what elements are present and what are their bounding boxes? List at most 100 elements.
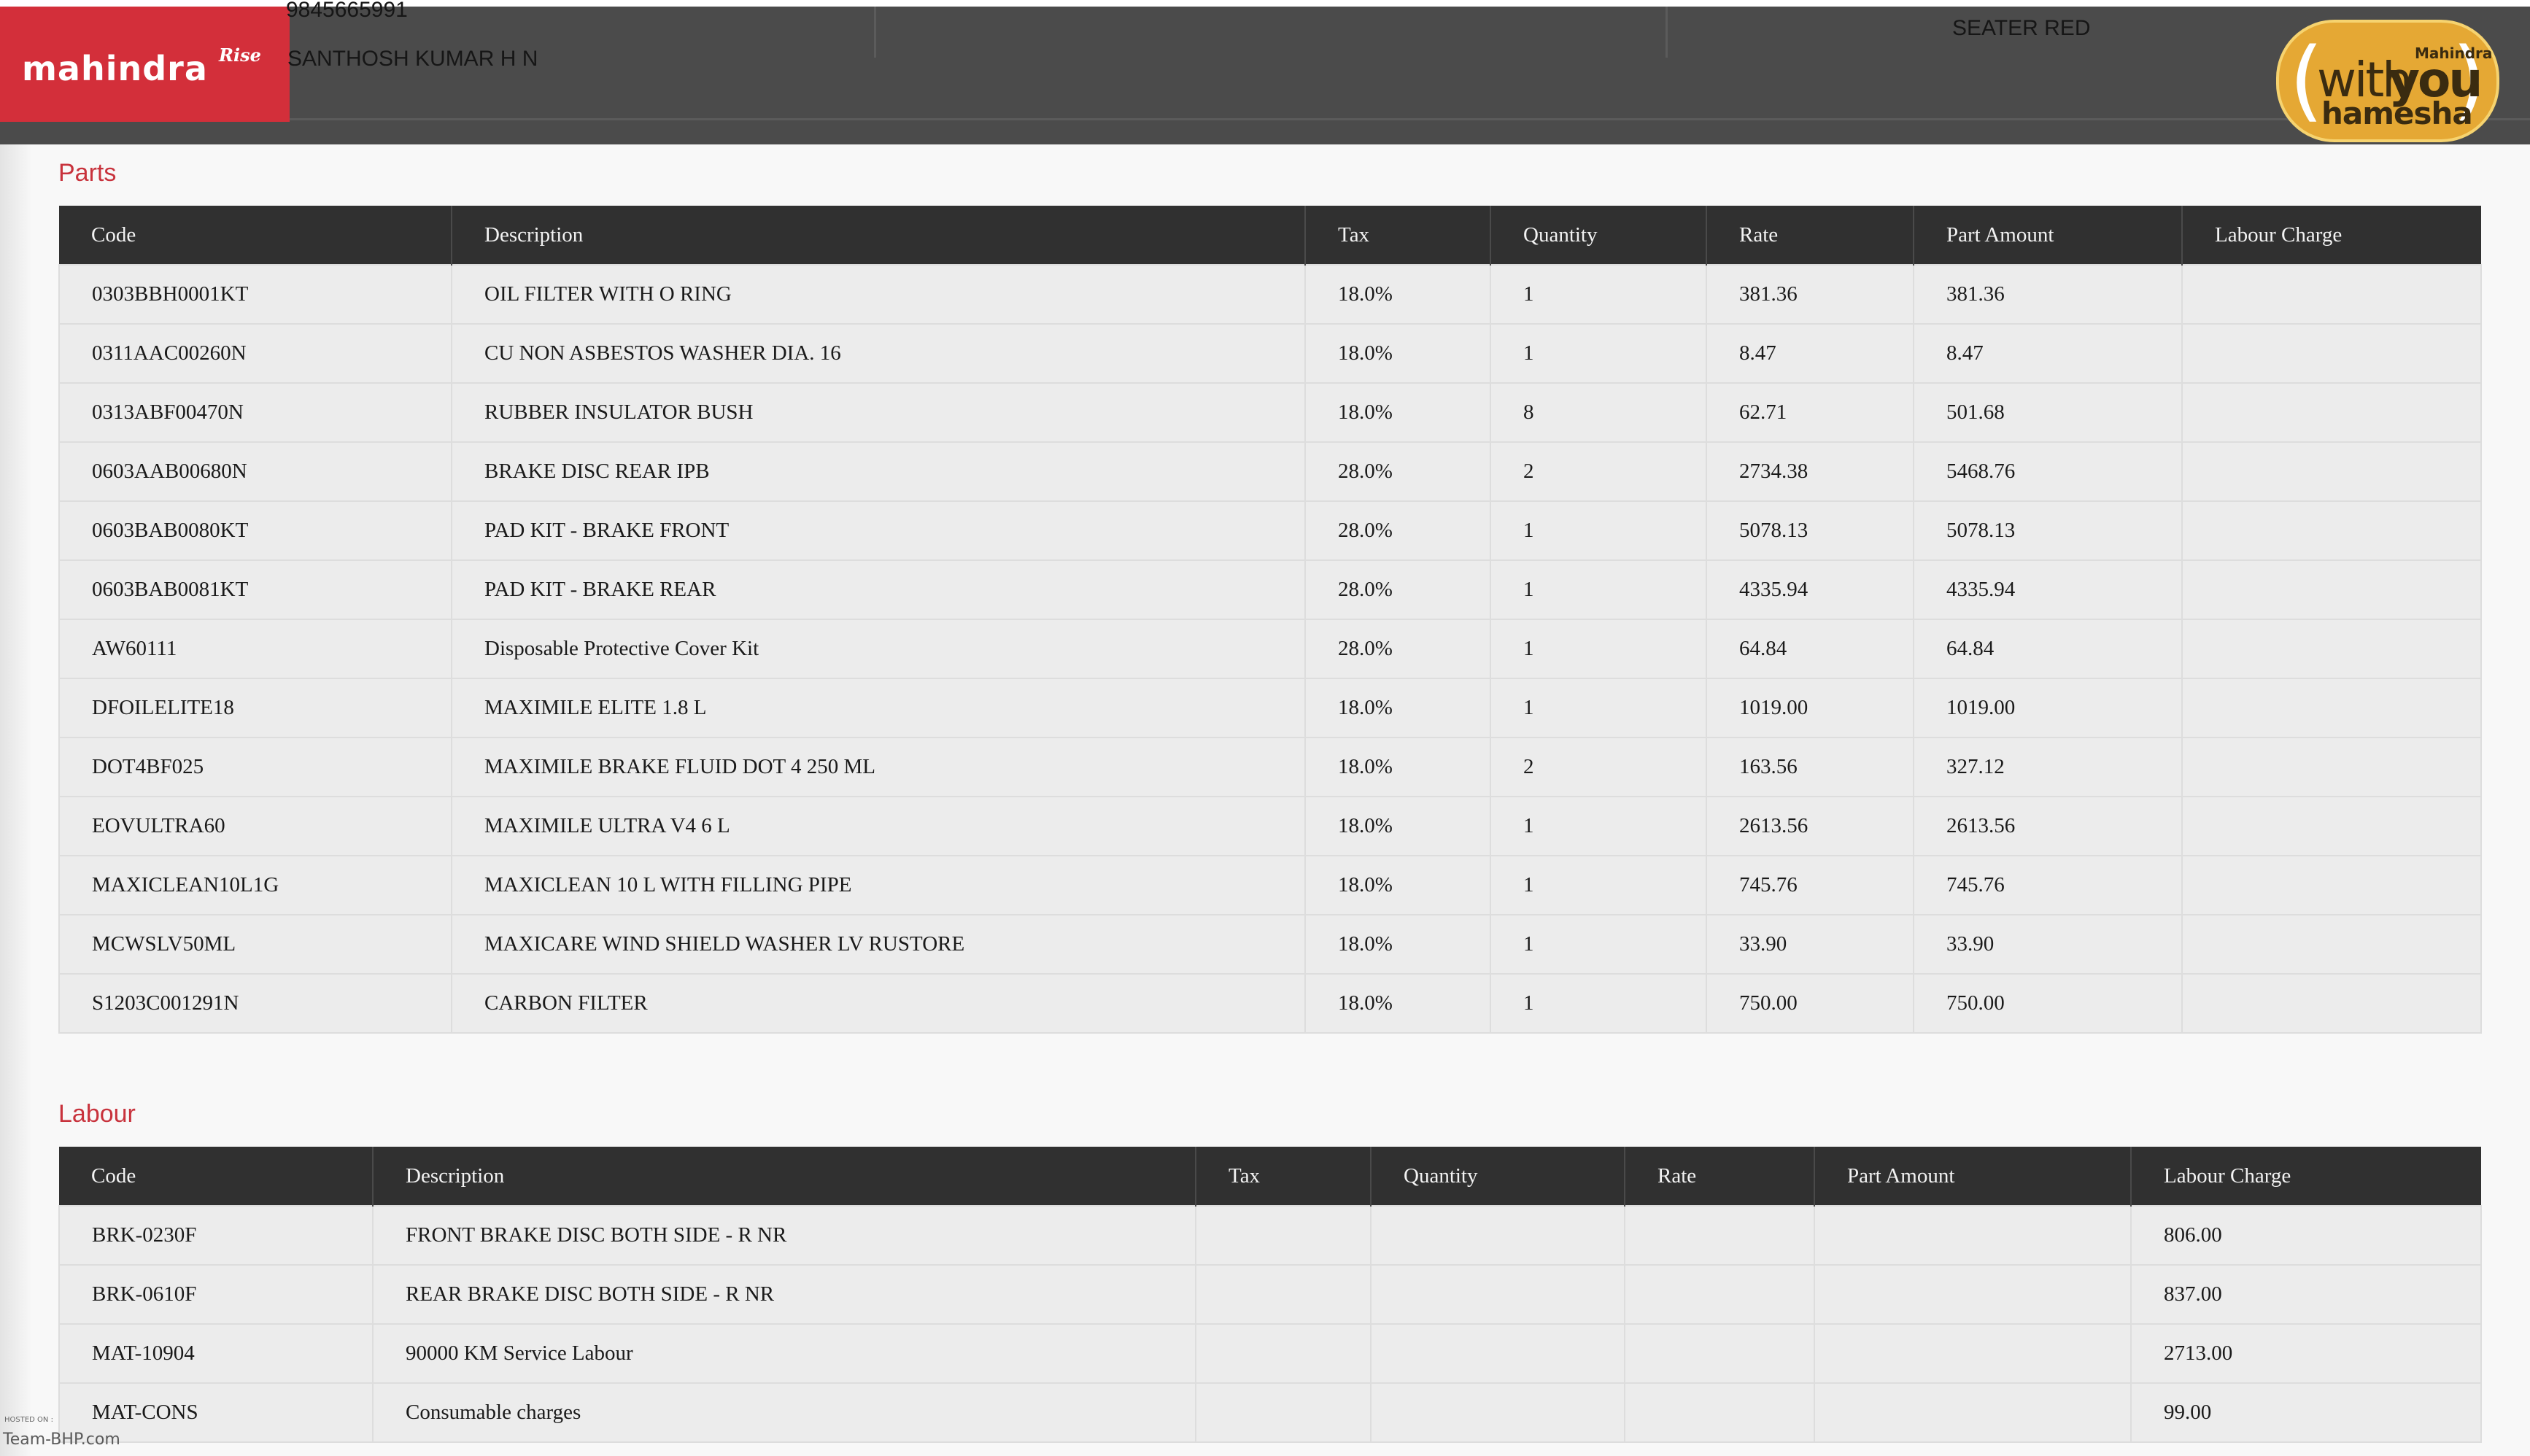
- parts-section-title: Parts: [58, 159, 117, 187]
- cell-code: 0603BAB0081KT: [58, 559, 452, 620]
- cell-quantity: [1370, 1382, 1625, 1443]
- cell-quantity: 2: [1490, 737, 1707, 797]
- cell-tax: 18.0%: [1304, 796, 1491, 856]
- cell-labour-charge: [2181, 678, 2482, 738]
- table-row[interactable]: MCWSLV50ML MAXICARE WIND SHIELD WASHER LV…: [58, 914, 2482, 975]
- header-divider: [1666, 7, 1668, 58]
- cell-tax: [1195, 1382, 1372, 1443]
- column-header-description[interactable]: Description: [372, 1147, 1196, 1206]
- cell-quantity: 1: [1490, 559, 1707, 620]
- team-bhp-watermark: HOSTED ON : Team-BHP.com: [3, 1416, 142, 1454]
- cell-rate: 4335.94: [1706, 559, 1914, 620]
- logo-wordmark: mahindra: [22, 49, 208, 88]
- cell-description: CARBON FILTER: [451, 973, 1306, 1034]
- cell-code: DFOILELITE18: [58, 678, 452, 738]
- table-row[interactable]: 0603BAB0080KT PAD KIT - BRAKE FRONT 28.0% 1…: [58, 500, 2482, 561]
- column-header-tax[interactable]: Tax: [1195, 1147, 1371, 1206]
- cell-labour-charge: [2181, 914, 2482, 975]
- cell-part-amount: 8.47: [1913, 323, 2183, 384]
- cell-rate: 8.47: [1706, 323, 1914, 384]
- column-header-code[interactable]: Code: [59, 1147, 373, 1206]
- table-row[interactable]: 0311AAC00260N CU NON ASBESTOS WASHER DIA.…: [58, 323, 2482, 384]
- header-divider: [874, 7, 876, 58]
- cell-tax: 18.0%: [1304, 855, 1491, 915]
- cell-tax: [1195, 1264, 1372, 1325]
- cell-description: MAXICLEAN 10 L WITH FILLING PIPE: [451, 855, 1306, 915]
- cell-rate: 5078.13: [1706, 500, 1914, 561]
- cell-labour-charge: [2181, 619, 2482, 679]
- cell-rate: 381.36: [1706, 264, 1914, 325]
- cell-labour-charge: [2181, 500, 2482, 561]
- cell-quantity: [1370, 1205, 1625, 1266]
- cell-labour-charge: [2181, 382, 2482, 443]
- column-header-rate[interactable]: Rate: [1624, 1147, 1814, 1206]
- table-row[interactable]: 0313ABF00470N RUBBER INSULATOR BUSH 18.0% 8…: [58, 382, 2482, 443]
- cell-description: FRONT BRAKE DISC BOTH SIDE - R NR: [372, 1205, 1196, 1266]
- cell-rate: [1624, 1205, 1815, 1266]
- watermark-hosted-on: HOSTED ON :: [4, 1416, 53, 1424]
- table-row[interactable]: BRK-0230F FRONT BRAKE DISC BOTH SIDE - R …: [58, 1205, 2482, 1266]
- table-row[interactable]: DOT4BF025 MAXIMILE BRAKE FLUID DOT 4 250 …: [58, 737, 2482, 797]
- cell-part-amount: 1019.00: [1913, 678, 2183, 738]
- cell-part-amount: [1814, 1205, 2132, 1266]
- cell-rate: [1624, 1264, 1815, 1325]
- cell-labour-charge: [2181, 855, 2482, 915]
- cell-tax: 28.0%: [1304, 619, 1491, 679]
- cell-labour-charge: [2181, 796, 2482, 856]
- cell-tax: 18.0%: [1304, 737, 1491, 797]
- job-card-header: mahindra Rise 9845665991 SANTHOSH KUMAR …: [0, 0, 2530, 144]
- cell-tax: 28.0%: [1304, 559, 1491, 620]
- cell-tax: [1195, 1205, 1372, 1266]
- table-row[interactable]: AW60111 Disposable Protective Cover Kit 28…: [58, 619, 2482, 679]
- table-row[interactable]: S1203C001291N CARBON FILTER 18.0% 1 750.00 75…: [58, 973, 2482, 1034]
- cell-code: MCWSLV50ML: [58, 914, 452, 975]
- table-row[interactable]: EOVULTRA60 MAXIMILE ULTRA V4 6 L 18.0% 1 261…: [58, 796, 2482, 856]
- column-header-part-amount[interactable]: Part Amount: [1814, 1147, 2131, 1206]
- cell-tax: 18.0%: [1304, 914, 1491, 975]
- table-row[interactable]: 0603AAB00680N BRAKE DISC REAR IPB 28.0% 2 27…: [58, 441, 2482, 502]
- cell-description: MAXIMILE ELITE 1.8 L: [451, 678, 1306, 738]
- cell-code: BRK-0230F: [58, 1205, 374, 1266]
- cell-code: BRK-0610F: [58, 1264, 374, 1325]
- mahindra-logo[interactable]: mahindra Rise: [0, 7, 290, 122]
- table-row[interactable]: DFOILELITE18 MAXIMILE ELITE 1.8 L 18.0% 1 10…: [58, 678, 2482, 738]
- column-header-labour-charge[interactable]: Labour Charge: [2181, 206, 2481, 265]
- column-header-quantity[interactable]: Quantity: [1490, 206, 1706, 265]
- column-header-code[interactable]: Code: [59, 206, 452, 265]
- table-row[interactable]: 0603BAB0081KT PAD KIT - BRAKE REAR 28.0% 1 4…: [58, 559, 2482, 620]
- with-you-hamesha-badge: ( ) Mahindra with you hamesha: [2276, 20, 2499, 142]
- cell-rate: 33.90: [1706, 914, 1914, 975]
- cell-part-amount: 5468.76: [1913, 441, 2183, 502]
- cell-description: RUBBER INSULATOR BUSH: [451, 382, 1306, 443]
- column-header-part-amount[interactable]: Part Amount: [1913, 206, 2182, 265]
- column-header-description[interactable]: Description: [451, 206, 1305, 265]
- cell-quantity: 1: [1490, 973, 1707, 1034]
- parts-table: Code Description Tax Quantity Rate Part …: [58, 206, 2482, 1034]
- cell-labour-charge: [2181, 559, 2482, 620]
- cell-quantity: 1: [1490, 264, 1707, 325]
- cell-code: S1203C001291N: [58, 973, 452, 1034]
- column-header-tax[interactable]: Tax: [1304, 206, 1490, 265]
- cell-tax: [1195, 1323, 1372, 1384]
- table-row[interactable]: BRK-0610F REAR BRAKE DISC BOTH SIDE - R N…: [58, 1264, 2482, 1325]
- column-header-labour-charge[interactable]: Labour Charge: [2130, 1147, 2481, 1206]
- cell-rate: 62.71: [1706, 382, 1914, 443]
- cell-tax: 18.0%: [1304, 382, 1491, 443]
- cell-quantity: 2: [1490, 441, 1707, 502]
- cell-description: MAXIMILE ULTRA V4 6 L: [451, 796, 1306, 856]
- badge-hamesha: hamesha: [2321, 96, 2473, 131]
- cell-quantity: 1: [1490, 796, 1707, 856]
- cell-tax: 18.0%: [1304, 264, 1491, 325]
- cell-part-amount: 745.76: [1913, 855, 2183, 915]
- column-header-quantity[interactable]: Quantity: [1370, 1147, 1625, 1206]
- watermark-site: Team-BHP.com: [3, 1430, 120, 1449]
- cell-code: DOT4BF025: [58, 737, 452, 797]
- table-row[interactable]: 0303BBH0001KT OIL FILTER WITH O RING 18.0%…: [58, 264, 2482, 325]
- cell-code: EOVULTRA60: [58, 796, 452, 856]
- cell-code: AW60111: [58, 619, 452, 679]
- table-row[interactable]: MAT-10904 90000 KM Service Labour 2713.00: [58, 1323, 2482, 1384]
- table-row[interactable]: MAT-CONS Consumable charges 99.00: [58, 1382, 2482, 1443]
- cell-labour-charge: [2181, 323, 2482, 384]
- table-row[interactable]: MAXICLEAN10L1G MAXICLEAN 10 L WITH FILLIN…: [58, 855, 2482, 915]
- column-header-rate[interactable]: Rate: [1706, 206, 1914, 265]
